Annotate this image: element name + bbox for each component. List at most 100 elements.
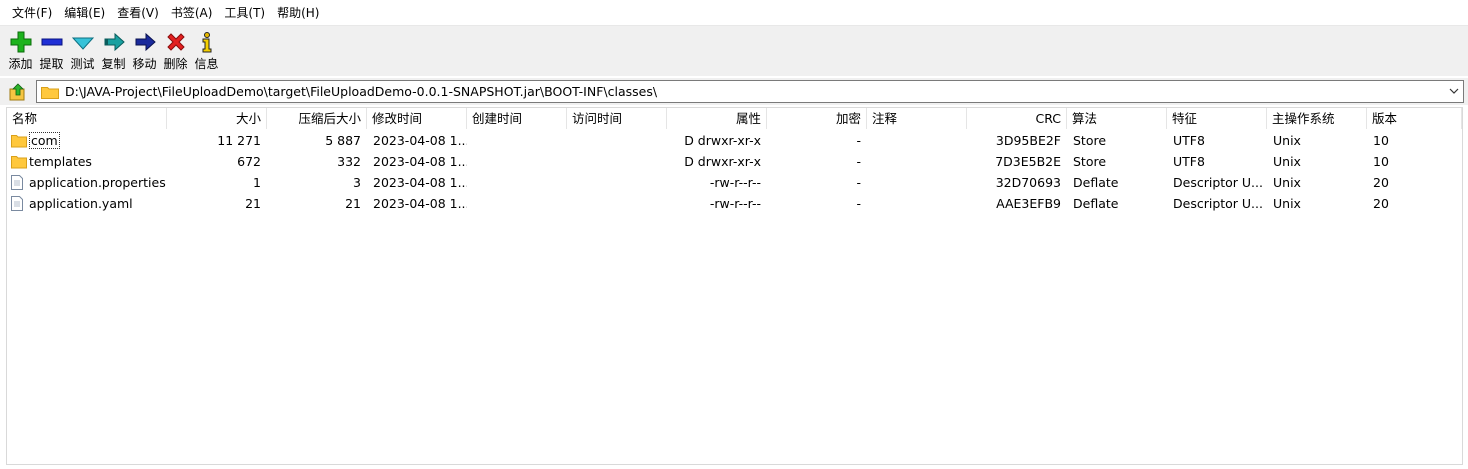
file-icon <box>11 196 23 214</box>
cell-crc: 3D95BE2F <box>995 133 1061 148</box>
column-header-attributes[interactable]: 属性 <box>667 108 767 129</box>
file-name: templates <box>29 154 92 169</box>
table-row[interactable]: application.yaml 21 21 2023-04-08 1... -rw-r… <box>7 193 1462 214</box>
cell-encrypted: - <box>856 196 861 211</box>
file-list[interactable]: 名称 大小 压缩后大小 修改时间 创建时间 访问时间 属性 加密 注释 CRC … <box>6 107 1463 465</box>
file-name: application.yaml <box>29 196 133 211</box>
move-arrow-icon <box>133 30 157 54</box>
up-folder-button[interactable] <box>6 80 30 104</box>
menu-help[interactable]: 帮助(H) <box>271 3 325 23</box>
move-button[interactable]: 移动 <box>130 26 159 72</box>
table-row[interactable]: application.properties 1 3 2023-04-08 1... -… <box>7 172 1462 193</box>
cell-accessed <box>567 130 667 151</box>
copy-arrow-icon <box>102 30 126 54</box>
cell-method: Store <box>1073 154 1107 169</box>
column-header-host-os[interactable]: 主操作系统 <box>1267 108 1367 129</box>
cell-modified: 2023-04-08 1... <box>373 196 467 211</box>
cell-attributes: -rw-r--r-- <box>709 175 761 190</box>
address-bar: D:\JAVA-Project\FileUploadDemo\target\Fi… <box>0 78 1468 105</box>
menu-view[interactable]: 查看(V) <box>111 3 165 23</box>
column-header-name[interactable]: 名称 <box>7 108 167 129</box>
file-name-cell: templates <box>7 151 167 172</box>
cell-created <box>467 151 567 172</box>
column-header-comment[interactable]: 注释 <box>867 108 967 129</box>
column-header-row: 名称 大小 压缩后大小 修改时间 创建时间 访问时间 属性 加密 注释 CRC … <box>7 108 1462 129</box>
cell-version: 10 <box>1373 133 1389 148</box>
cell-packed: 332 <box>337 154 361 169</box>
cell-host-os: Unix <box>1273 196 1301 211</box>
cell-crc: 7D3E5B2E <box>995 154 1061 169</box>
cell-method: Deflate <box>1073 175 1119 190</box>
cell-host-os: Unix <box>1273 154 1301 169</box>
column-header-method[interactable]: 算法 <box>1067 108 1167 129</box>
copy-button[interactable]: 复制 <box>99 26 128 72</box>
column-header-crc[interactable]: CRC <box>967 108 1067 129</box>
cell-method: Store <box>1073 133 1107 148</box>
column-header-accessed[interactable]: 访问时间 <box>567 108 667 129</box>
cell-comment <box>867 172 967 193</box>
cell-characteristics: UTF8 <box>1173 133 1205 148</box>
cell-crc: AAE3EFB9 <box>996 196 1061 211</box>
file-name-cell: application.yaml <box>7 193 167 214</box>
column-header-size[interactable]: 大小 <box>167 108 267 129</box>
test-button[interactable]: 测试 <box>68 26 97 72</box>
cell-created <box>467 130 567 151</box>
chevron-down-icon[interactable] <box>1447 84 1461 98</box>
file-name: application.properties <box>29 175 166 190</box>
cell-accessed <box>567 172 667 193</box>
column-header-version[interactable]: 版本 <box>1367 108 1462 129</box>
cell-comment <box>867 151 967 172</box>
file-name-cell: application.properties <box>7 172 167 193</box>
plus-icon <box>9 30 33 54</box>
column-header-characteristics[interactable]: 特征 <box>1167 108 1267 129</box>
table-row[interactable]: com 11 271 5 887 2023-04-08 1... D drwxr-xr-… <box>7 130 1462 151</box>
path-text: D:\JAVA-Project\FileUploadDemo\target\Fi… <box>65 84 658 99</box>
menu-edit[interactable]: 编辑(E) <box>58 3 111 23</box>
cell-host-os: Unix <box>1273 133 1301 148</box>
cell-version: 20 <box>1373 196 1389 211</box>
menu-bar: 文件(F) 编辑(E) 查看(V) 书签(A) 工具(T) 帮助(H) <box>0 0 1468 26</box>
cell-packed: 21 <box>345 196 361 211</box>
cell-created <box>467 172 567 193</box>
cell-packed: 5 887 <box>325 133 361 148</box>
delete-button[interactable]: 删除 <box>161 26 190 72</box>
cell-modified: 2023-04-08 1... <box>373 154 467 169</box>
checkmark-down-icon <box>71 30 95 54</box>
table-row[interactable]: templates 672 332 2023-04-08 1... D drwxr-xr… <box>7 151 1462 172</box>
file-name-cell: com <box>7 130 167 151</box>
cell-modified: 2023-04-08 1... <box>373 175 467 190</box>
menu-file[interactable]: 文件(F) <box>6 3 58 23</box>
cell-attributes: -rw-r--r-- <box>709 196 761 211</box>
info-button[interactable]: 信息 <box>192 26 221 72</box>
cell-encrypted: - <box>856 154 861 169</box>
cell-characteristics: Descriptor U... <box>1173 175 1263 190</box>
up-arrow-icon <box>9 82 25 100</box>
column-header-created[interactable]: 创建时间 <box>467 108 567 129</box>
cell-size: 1 <box>253 175 261 190</box>
extract-button[interactable]: 提取 <box>37 26 66 72</box>
delete-x-icon <box>164 30 188 54</box>
file-name: com <box>29 132 60 149</box>
file-icon <box>11 175 23 193</box>
cell-accessed <box>567 193 667 214</box>
cell-crc: 32D70693 <box>995 175 1061 190</box>
cell-attributes: D drwxr-xr-x <box>684 154 761 169</box>
cell-characteristics: UTF8 <box>1173 154 1205 169</box>
menu-tools[interactable]: 工具(T) <box>218 3 271 23</box>
cell-size: 11 271 <box>217 133 261 148</box>
column-header-encrypted[interactable]: 加密 <box>767 108 867 129</box>
cell-comment <box>867 130 967 151</box>
menu-bookmarks[interactable]: 书签(A) <box>165 3 219 23</box>
cell-accessed <box>567 151 667 172</box>
cell-encrypted: - <box>856 175 861 190</box>
folder-icon <box>41 86 59 99</box>
column-header-modified[interactable]: 修改时间 <box>367 108 467 129</box>
column-header-packed-size[interactable]: 压缩后大小 <box>267 108 367 129</box>
path-input[interactable]: D:\JAVA-Project\FileUploadDemo\target\Fi… <box>36 80 1464 103</box>
add-button[interactable]: 添加 <box>6 26 35 72</box>
cell-comment <box>867 193 967 214</box>
cell-method: Deflate <box>1073 196 1119 211</box>
cell-modified: 2023-04-08 1... <box>373 133 467 148</box>
cell-created <box>467 193 567 214</box>
cell-characteristics: Descriptor U... <box>1173 196 1263 211</box>
